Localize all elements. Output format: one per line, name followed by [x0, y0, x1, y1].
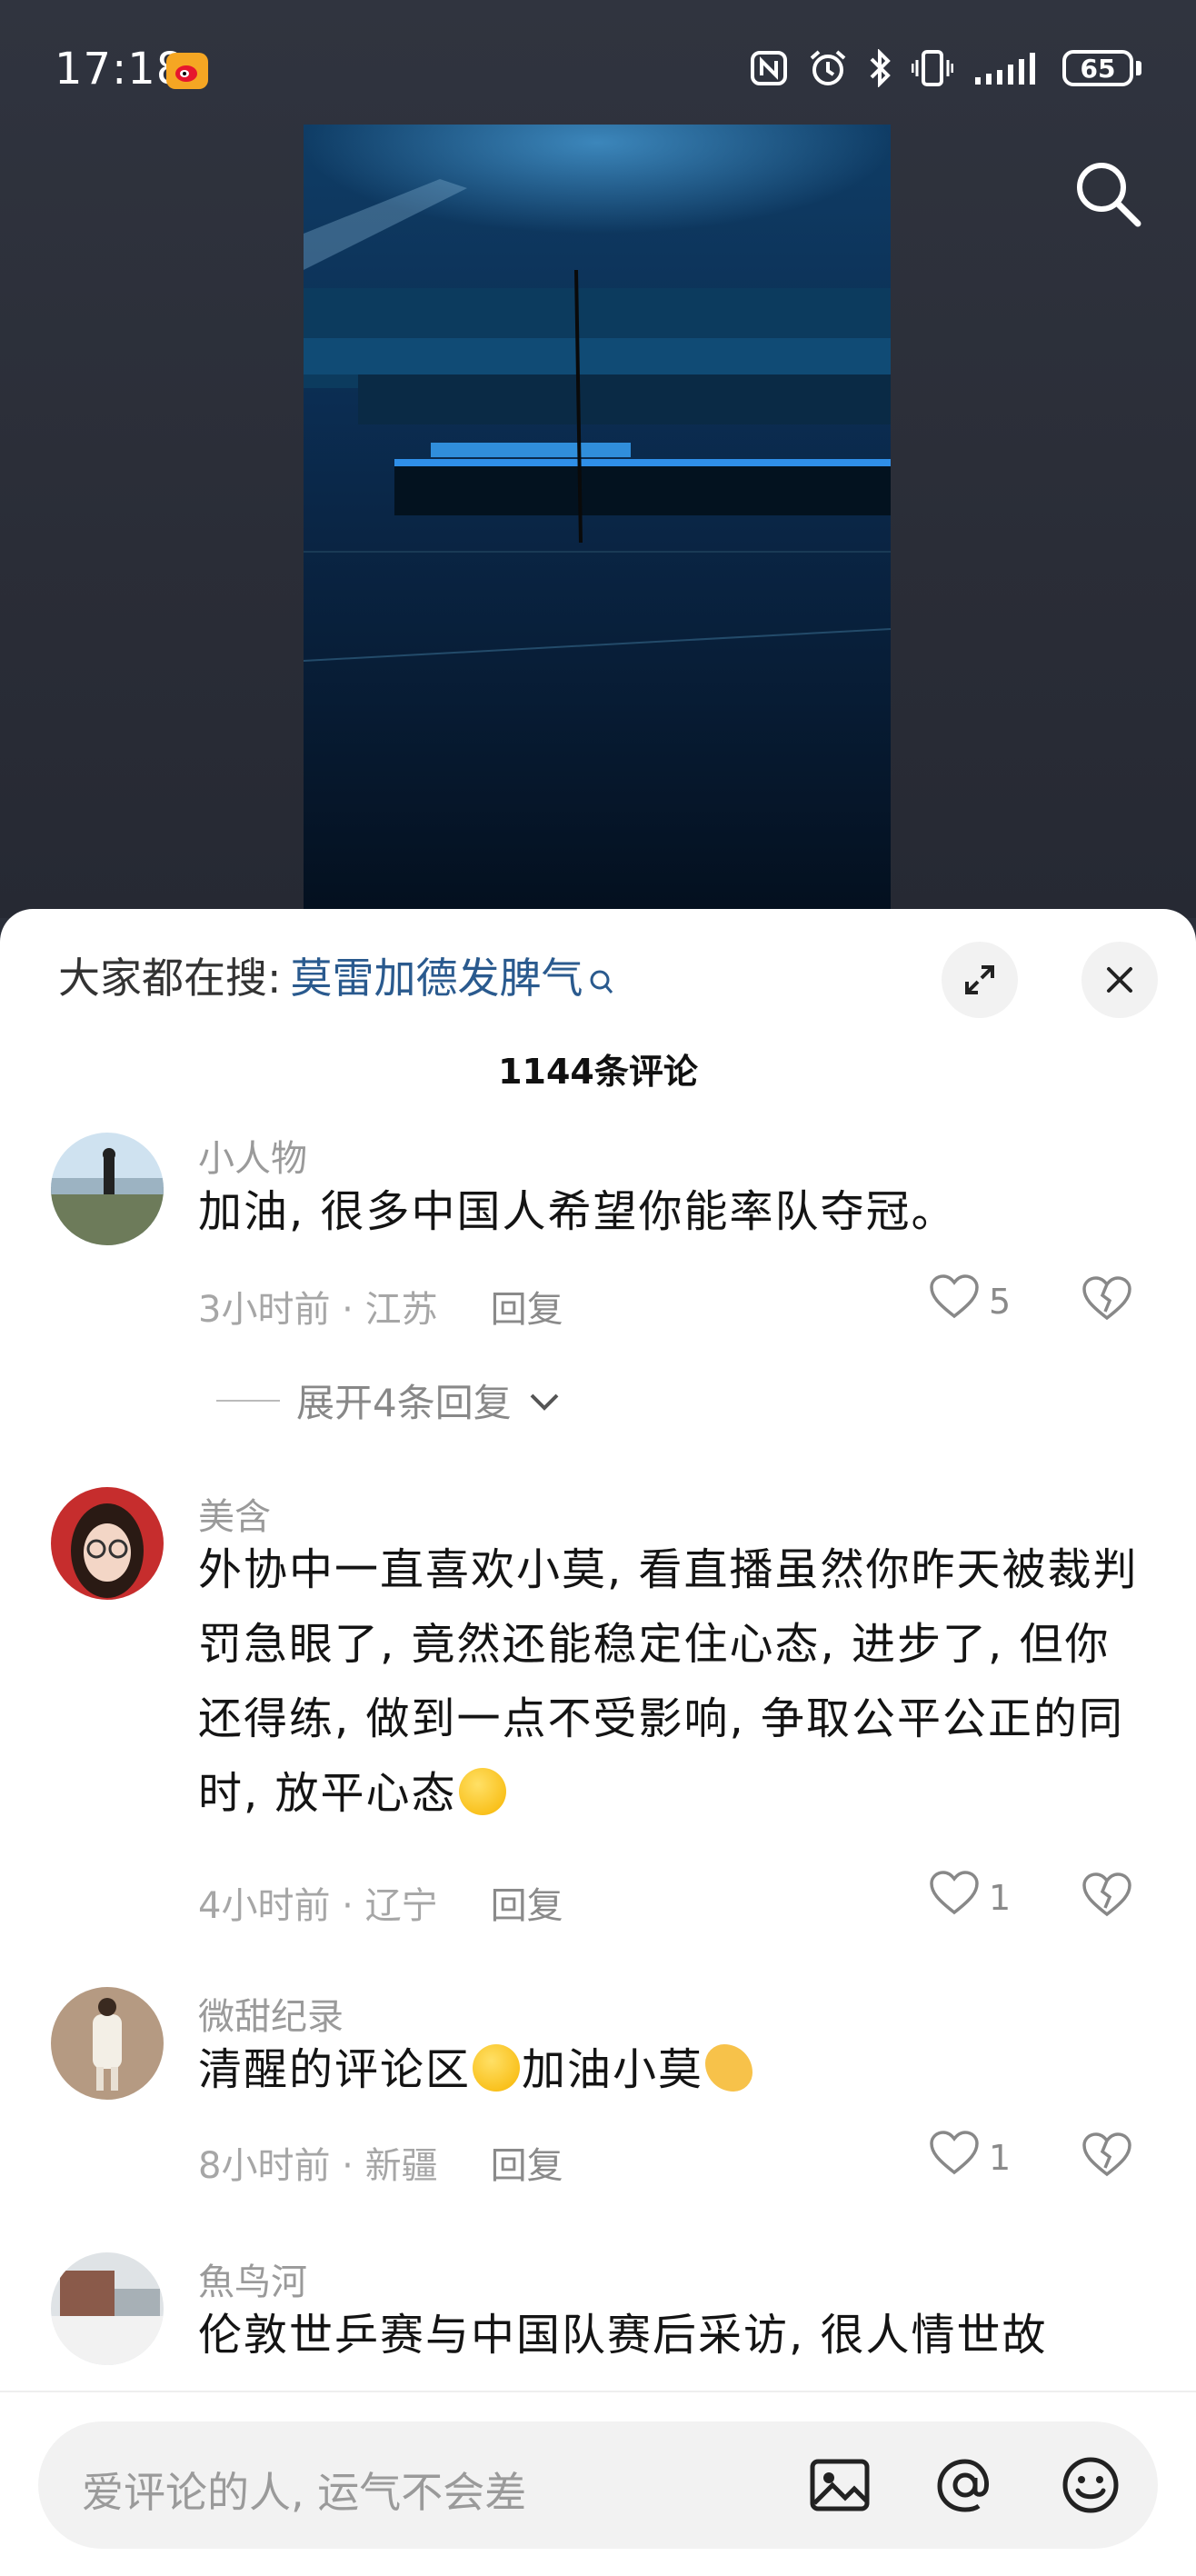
comment-meta: 8小时前 · 新疆 回复: [198, 2145, 563, 2187]
comment-text-part-b: 加油小莫: [522, 2044, 704, 2095]
comment-location: 江苏: [364, 1289, 438, 1331]
avatar[interactable]: [51, 2252, 164, 2365]
image-icon[interactable]: [807, 2452, 872, 2518]
at-icon[interactable]: [932, 2452, 998, 2518]
comment-text-body: 外协中一直喜欢小莫, 看直播虽然你昨天被裁判罚急眼了, 竟然还能稳定住心态, 进…: [198, 1544, 1139, 1819]
expand-icon[interactable]: [942, 942, 1018, 1018]
broken-heart-icon[interactable]: [1081, 1276, 1132, 1325]
comment-input[interactable]: 爱评论的人, 运气不会差: [38, 2421, 1158, 2549]
emoji-icon[interactable]: [1058, 2452, 1123, 2518]
avatar[interactable]: [51, 1987, 164, 2100]
comment-meta: 3小时前 · 江苏 回复: [198, 1289, 563, 1331]
comment-text-part-a: 清醒的评论区: [198, 2044, 472, 2095]
avatar[interactable]: [51, 1133, 164, 1245]
heart-icon: [929, 1871, 980, 1924]
like-count: 1: [989, 1877, 1012, 1918]
nfc-icon: [750, 50, 788, 86]
like-button[interactable]: 5: [929, 1274, 1011, 1328]
hot-search-label: 大家都在搜:: [58, 954, 282, 1003]
laugh-cry-emoji-icon: [458, 1768, 506, 1815]
like-count: 1: [989, 2137, 1012, 2178]
close-icon[interactable]: [1081, 942, 1158, 1018]
status-icons: 65: [750, 49, 1141, 87]
like-count: 5: [989, 1281, 1012, 1322]
video-frame[interactable]: [304, 125, 891, 909]
bluetooth-icon: [868, 49, 892, 87]
comment-location: 新疆: [364, 2145, 438, 2187]
expand-replies-label: 展开4条回复: [296, 1381, 512, 1425]
expand-replies-button[interactable]: 展开4条回复: [216, 1373, 561, 1428]
alarm-icon: [808, 49, 848, 87]
vibrate-icon: [912, 49, 953, 87]
search-icon: [589, 957, 614, 1006]
comment-location: 辽宁: [364, 1885, 438, 1927]
status-time: 17:18: [55, 44, 185, 95]
avatar[interactable]: [51, 1487, 164, 1600]
arena-scene: [304, 125, 891, 909]
video-area: 17:18 65: [0, 0, 1196, 918]
hot-search-keyword[interactable]: 莫雷加德发脾气: [291, 954, 583, 1003]
broken-heart-icon[interactable]: [1081, 1872, 1132, 1922]
reply-button[interactable]: 回复: [491, 2145, 563, 2187]
comment-time: 8小时前: [198, 2145, 331, 2187]
broken-heart-icon[interactable]: [1081, 2132, 1132, 2182]
heart-icon: [929, 1274, 980, 1328]
comment-time: 4小时前: [198, 1885, 331, 1927]
comment-text: 加油, 很多中国人希望你能率队夺冠。: [198, 1186, 957, 1237]
comment-count: 1144条评论: [498, 1052, 698, 1092]
comment-time: 3小时前: [198, 1289, 331, 1331]
comment-text: 外协中一直喜欢小莫, 看直播虽然你昨天被裁判罚急眼了, 竟然还能稳定住心态, 进…: [198, 1533, 1143, 1831]
comment-sheet: 大家都在搜: 莫雷加德发脾气 1144条评论 小人物 加油, 很多中国人希望你能率…: [0, 909, 1196, 2574]
status-bar: 17:18 65: [0, 0, 1196, 145]
reply-button[interactable]: 回复: [491, 1885, 563, 1927]
like-button[interactable]: 1: [929, 2131, 1011, 2184]
weibo-icon: [166, 53, 208, 89]
heart-icon: [929, 2131, 980, 2184]
signal-icon: [973, 50, 1042, 86]
comment-input-bar: 爱评论的人, 运气不会差: [0, 2391, 1196, 2576]
chevron-down-icon: [528, 1378, 561, 1423]
grin-emoji-icon: [473, 2044, 521, 2092]
battery-level: 65: [1062, 50, 1133, 86]
hot-search[interactable]: 大家都在搜: 莫雷加德发脾气: [58, 945, 614, 1006]
comment-input-placeholder: 爱评论的人, 运气不会差: [82, 2468, 527, 2517]
comment-meta: 4小时前 · 辽宁 回复: [198, 1885, 563, 1927]
clap-emoji-icon: [705, 2044, 753, 2092]
reply-button[interactable]: 回复: [491, 1289, 563, 1331]
like-button[interactable]: 1: [929, 1871, 1011, 1924]
comment-text: 伦敦世乒赛与中国队赛后采访, 很人情世故: [198, 2310, 1048, 2361]
comment-text: 清醒的评论区 加油小莫: [198, 2032, 1143, 2107]
search-icon[interactable]: [1071, 156, 1143, 229]
battery-icon: 65: [1062, 50, 1141, 86]
